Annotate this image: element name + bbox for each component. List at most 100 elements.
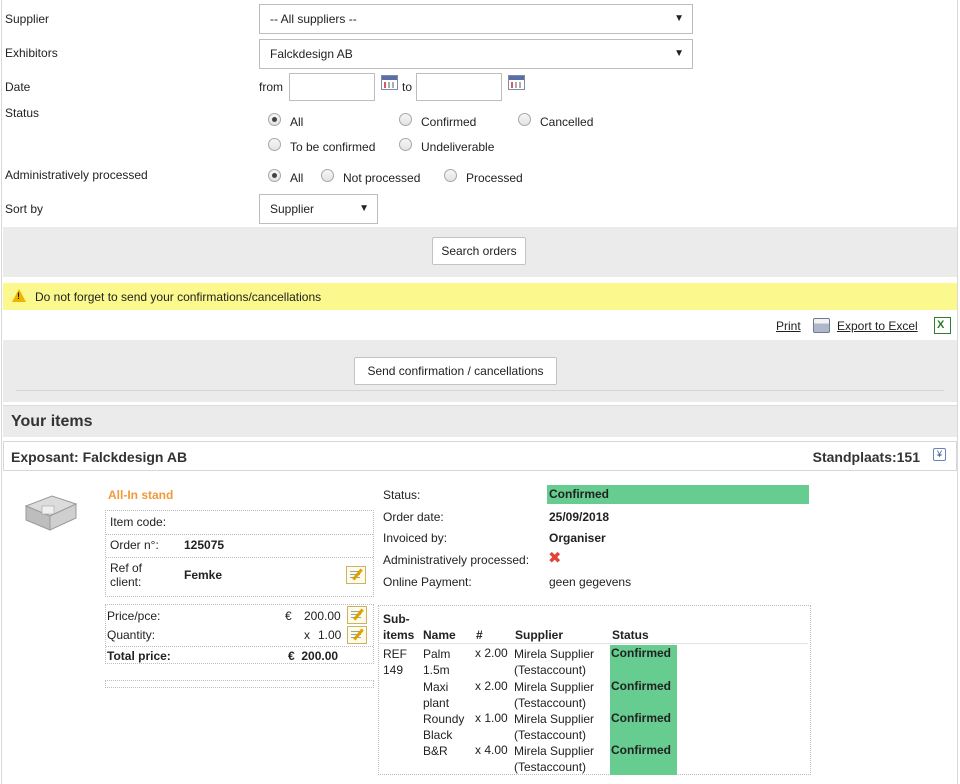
total-price-value: € 200.00	[288, 649, 339, 663]
order-number-value: 125075	[184, 538, 225, 552]
order-number-label: Order n°:	[110, 538, 159, 552]
status-radio-undeliverable[interactable]	[399, 138, 412, 151]
subitem-supplier: Mirela Supplier (Testaccount)	[514, 680, 595, 710]
admin-option-label: All	[290, 171, 304, 185]
order-status-value: Confirmed	[549, 487, 609, 501]
price-value: 200.00	[304, 609, 341, 623]
client-ref-label: Ref of client:	[110, 561, 143, 589]
subitems-header-subitems: Sub-items	[383, 612, 415, 642]
exhibitors-select[interactable]: Falckdesign AB ▼	[259, 39, 693, 69]
subitem-supplier: Mirela Supplier (Testaccount)	[514, 647, 595, 677]
quantity-prefix: x	[304, 628, 310, 642]
cross-icon: ✖	[548, 550, 562, 567]
subitem-status: Confirmed	[611, 743, 671, 757]
divider	[380, 643, 808, 644]
subitems-header-supplier: Supplier	[515, 628, 564, 642]
supplier-select[interactable]: -- All suppliers -- ▼	[259, 4, 693, 34]
subitem-name: Maxi plant	[423, 680, 450, 710]
exhibitor-title: Exposant: Falckdesign AB	[11, 449, 188, 465]
exhibitors-label: Exhibitors	[5, 46, 58, 60]
order-status-label: Status:	[383, 488, 421, 502]
status-radio-cancelled[interactable]	[518, 113, 531, 126]
exhibitor-header: Exposant: Falckdesign AB Standplaats:151…	[3, 441, 957, 471]
divider	[106, 646, 373, 647]
subitems-ref: REF 149	[383, 647, 407, 677]
edit-icon[interactable]	[346, 566, 366, 584]
calendar-icon[interactable]	[381, 75, 398, 90]
chevron-down-icon: ▼	[674, 48, 684, 59]
order-date-value: 25/09/2018	[549, 510, 610, 524]
date-to-label: to	[402, 80, 413, 94]
status-option-label: To be confirmed	[290, 140, 376, 154]
divider	[106, 534, 373, 535]
subitem-name: Palm 1.5m	[423, 647, 451, 677]
collapse-icon[interactable]: ¥	[933, 448, 946, 461]
printer-icon[interactable]	[813, 318, 830, 333]
status-radio-all[interactable]	[268, 113, 281, 126]
sort-by-select-value: Supplier	[270, 202, 315, 216]
price-label: Price/pce:	[107, 609, 161, 623]
subitem-supplier: Mirela Supplier (Testaccount)	[514, 744, 595, 774]
online-payment-label: Online Payment:	[383, 575, 472, 589]
online-payment-value: geen gegevens	[549, 575, 632, 589]
item-footer-box	[105, 680, 374, 688]
subitems-header-qty: #	[476, 628, 483, 642]
print-link[interactable]: Print	[776, 319, 801, 333]
status-option-label: Confirmed	[421, 115, 477, 129]
status-option-label: Cancelled	[540, 115, 594, 129]
subitem-name: B&R	[423, 744, 448, 758]
supplier-label: Supplier	[5, 12, 50, 26]
invoiced-by-value: Organiser	[549, 531, 606, 545]
subitems-header-status: Status	[612, 628, 649, 642]
stand-thumbnail	[24, 495, 78, 531]
date-from-input[interactable]	[289, 73, 375, 101]
admin-radio-all[interactable]	[268, 169, 281, 182]
edit-icon[interactable]	[347, 606, 367, 624]
chevron-down-icon: ▼	[674, 13, 684, 24]
subitem-name: Roundy Black	[423, 712, 465, 742]
date-to-input[interactable]	[416, 73, 502, 101]
status-option-label: Undeliverable	[421, 140, 495, 154]
admin-option-label: Processed	[466, 171, 523, 185]
sort-by-select[interactable]: Supplier ▼	[259, 194, 378, 224]
subitems-header-name: Name	[423, 628, 456, 642]
divider	[106, 557, 373, 558]
quantity-value: 1.00	[318, 628, 342, 642]
client-ref-value: Femke	[184, 568, 223, 582]
admin-radio-not-processed[interactable]	[321, 169, 334, 182]
status-option-label: All	[290, 115, 304, 129]
quantity-label: Quantity:	[107, 628, 156, 642]
admin-processed-label: Administratively processed	[5, 168, 148, 182]
subitem-qty: x 2.00	[475, 646, 508, 660]
admin-processed-status-label: Administratively processed:	[383, 553, 530, 567]
subitem-qty: x 4.00	[475, 743, 508, 757]
exhibitors-select-value: Falckdesign AB	[270, 47, 353, 61]
subitem-supplier: Mirela Supplier (Testaccount)	[514, 712, 595, 742]
price-currency: €	[285, 609, 292, 623]
subitem-status: Confirmed	[611, 646, 671, 660]
search-orders-button[interactable]: Search orders	[432, 237, 526, 265]
excel-icon[interactable]: X	[934, 317, 951, 334]
status-radio-to-be-confirmed[interactable]	[268, 138, 281, 151]
order-date-label: Order date:	[383, 510, 444, 524]
divider	[16, 390, 944, 391]
export-excel-link[interactable]: Export to Excel	[837, 319, 918, 333]
admin-radio-processed[interactable]	[444, 169, 457, 182]
subitem-qty: x 2.00	[475, 679, 508, 693]
stand-number: Standplaats:151	[812, 449, 920, 465]
subitem-status: Confirmed	[611, 679, 671, 693]
item-name: All-In stand	[108, 488, 174, 502]
date-label: Date	[5, 80, 31, 94]
item-code-label: Item code:	[110, 515, 167, 529]
reminder-notice: ! Do not forget to send your confirmatio…	[3, 283, 957, 310]
items-section-header: Your items	[3, 405, 957, 437]
reminder-notice-text: Do not forget to send your confirmations…	[35, 290, 322, 304]
order-status-badge: Confirmed	[547, 485, 809, 504]
sort-by-label: Sort by	[5, 202, 44, 216]
status-radio-confirmed[interactable]	[399, 113, 412, 126]
calendar-icon[interactable]	[508, 75, 525, 90]
warning-icon: !	[12, 289, 26, 302]
edit-icon[interactable]	[347, 626, 367, 644]
send-confirmations-button[interactable]: Send confirmation / cancellations	[354, 357, 557, 385]
invoiced-by-label: Invoiced by:	[383, 531, 448, 545]
